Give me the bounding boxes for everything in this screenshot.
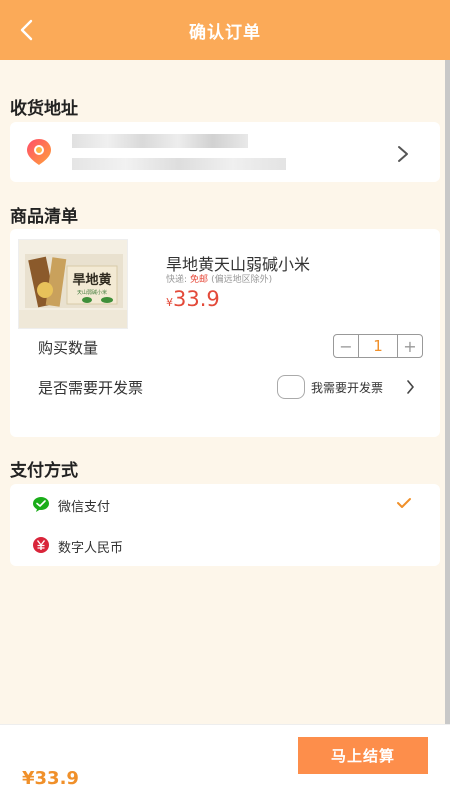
address-card[interactable]: [10, 122, 440, 182]
product-package-illustration: 旱地黄 天山弱碱小米: [19, 240, 127, 328]
back-arrow-icon[interactable]: [16, 18, 40, 42]
goods-section-title: 商品清单: [10, 207, 78, 227]
payment-card: 微信支付 数字人民币: [10, 484, 440, 566]
payment-option-digital-rmb[interactable]: 数字人民币: [10, 526, 440, 566]
product-image-brand: 旱地黄: [72, 272, 111, 288]
invoice-label: 是否需要开发票: [38, 379, 144, 397]
address-recipient-blurred: [72, 134, 248, 148]
invoice-option-text[interactable]: 我需要开发票: [311, 379, 383, 396]
digital-rmb-icon: [33, 537, 49, 553]
payment-section-title: 支付方式: [10, 461, 78, 481]
total-price: ¥33.9: [22, 768, 79, 789]
selected-check-icon: [397, 498, 411, 508]
shipping-prefix: 快递:: [166, 275, 188, 285]
goods-card: 旱地黄 天山弱碱小米 旱地黄天山弱碱小米 快递: 免邮 (偏远地区除外) ¥33.9…: [10, 229, 440, 437]
quantity-label: 购买数量: [38, 339, 99, 357]
chevron-right-icon[interactable]: [396, 145, 410, 163]
quantity-stepper: − 1 +: [333, 334, 423, 358]
increase-button[interactable]: +: [398, 335, 422, 357]
scrollbar[interactable]: [445, 60, 450, 724]
price-value: 33.9: [173, 287, 220, 311]
product-image[interactable]: 旱地黄 天山弱碱小米: [18, 239, 128, 329]
currency-symbol: ¥: [166, 296, 173, 309]
product-price: ¥33.9: [166, 287, 220, 311]
invoice-checkbox[interactable]: [277, 375, 305, 399]
invoice-chevron-right-icon[interactable]: [406, 380, 415, 394]
address-section-title: 收货地址: [10, 99, 78, 119]
location-pin-icon: [27, 139, 51, 165]
payment-label-digital-rmb: 数字人民币: [58, 541, 124, 556]
wechat-pay-icon: [33, 497, 49, 512]
shipping-info: 快递: 免邮 (偏远地区除外): [166, 272, 272, 285]
shipping-free: 免邮: [190, 275, 209, 285]
shipping-note: (偏远地区除外): [211, 275, 273, 285]
checkout-button[interactable]: 马上结算: [298, 737, 428, 774]
address-detail-blurred: [72, 158, 286, 170]
quantity-value[interactable]: 1: [358, 335, 398, 357]
payment-option-wechat[interactable]: 微信支付: [10, 484, 440, 524]
top-bar: 确认订单: [0, 0, 450, 60]
product-image-subtitle: 天山弱碱小米: [77, 289, 107, 296]
decrease-button[interactable]: −: [334, 335, 358, 357]
payment-label-wechat: 微信支付: [58, 500, 111, 515]
checkout-bar: ¥33.9 马上结算: [0, 724, 450, 800]
page-title: 确认订单: [189, 22, 261, 43]
